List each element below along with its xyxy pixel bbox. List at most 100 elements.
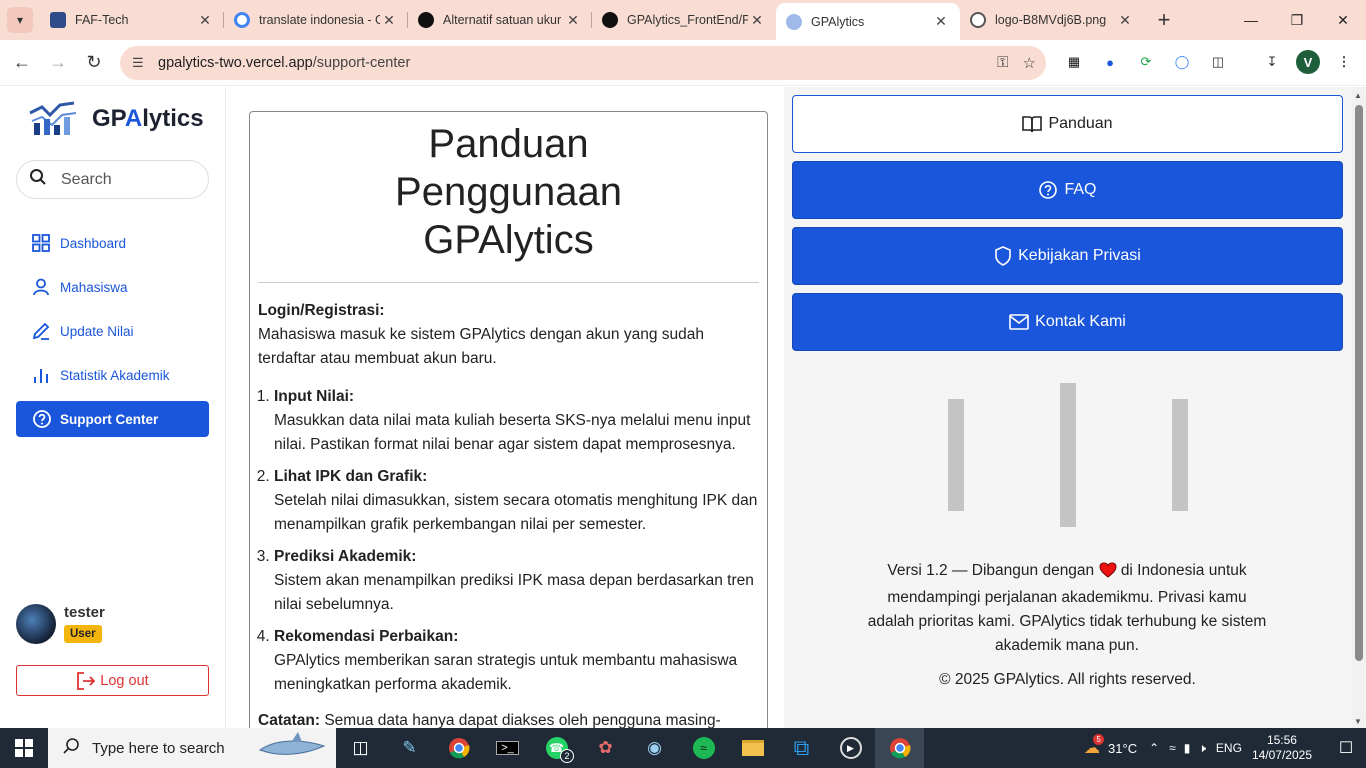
spotify-icon[interactable]: ≈ [679, 728, 728, 768]
search-box[interactable] [16, 160, 209, 199]
browser-tab[interactable]: GPAlytics_FrontEnd/P ✕ [592, 3, 776, 37]
browser-tab[interactable]: Alternatif satuan ukur ✕ [408, 3, 592, 37]
logout-button[interactable]: Log out [16, 665, 209, 696]
section-heading: Login/Registrasi: [258, 302, 385, 319]
browser-tab[interactable]: FAF-Tech ✕ [40, 3, 224, 37]
taskbar-search[interactable]: Type here to search [48, 728, 336, 768]
shark-illustration-icon [258, 732, 328, 768]
browser-tab[interactable]: translate indonesia - G ✕ [224, 3, 408, 37]
close-icon[interactable]: ✕ [564, 12, 582, 29]
page-scrollbar[interactable]: ▲ ▼ [1352, 87, 1366, 728]
key-icon[interactable]: ⚿ [997, 54, 1008, 72]
forward-arrow-icon[interactable]: → [40, 45, 76, 81]
gpalytics-icon [786, 13, 802, 30]
notification-icon[interactable]: ☐ [1326, 738, 1366, 758]
google-icon [234, 12, 250, 28]
puzzle-icon[interactable]: ◫ [1206, 50, 1230, 74]
search-icon [62, 737, 80, 759]
terminal-icon[interactable]: >_ [483, 728, 532, 768]
windows-start-icon[interactable] [0, 728, 48, 768]
language-indicator[interactable]: ENG [1216, 741, 1242, 755]
file-explorer-icon[interactable] [728, 728, 777, 768]
network-icon[interactable]: ≈ [1169, 741, 1176, 755]
paint-icon[interactable]: ◉ [630, 728, 679, 768]
extension-icon[interactable]: ▦ [1062, 50, 1086, 74]
close-icon[interactable]: ✕ [380, 12, 398, 29]
search-input[interactable] [61, 170, 191, 189]
loading-bars [792, 383, 1343, 533]
star-icon[interactable]: ☆ [1023, 54, 1036, 72]
tab-title: GPAlytics [811, 14, 865, 29]
scroll-down-icon[interactable]: ▼ [1354, 717, 1362, 726]
restore-icon[interactable]: ❐ [1274, 0, 1320, 40]
minimize-icon[interactable]: — [1228, 0, 1274, 40]
tab-title: logo-B8MVdj6B.png [995, 13, 1107, 27]
tab-title: translate indonesia - G [259, 13, 380, 27]
faq-button[interactable]: FAQ [792, 161, 1343, 219]
media-player-icon[interactable]: ▶ [826, 728, 875, 768]
chevron-up-icon[interactable]: ⌃ [1149, 741, 1159, 755]
privacy-button[interactable]: Kebijakan Privasi [792, 227, 1343, 285]
back-arrow-icon[interactable]: ← [4, 45, 40, 81]
notepad-icon[interactable]: ✎ [385, 728, 434, 768]
faf-tech-icon [50, 12, 66, 28]
sidebar-item-dashboard[interactable]: Dashboard [16, 225, 209, 261]
close-icon[interactable]: ✕ [1116, 12, 1134, 29]
sidebar-item-statistik-akademik[interactable]: Statistik Akademik [16, 357, 209, 393]
tab-title: FAF-Tech [75, 13, 129, 27]
new-tab-button[interactable]: + [1144, 3, 1184, 37]
sidebar-item-support-center[interactable]: Support Center [16, 401, 209, 437]
scroll-up-icon[interactable]: ▲ [1354, 91, 1362, 100]
temperature[interactable]: 31°C [1108, 741, 1137, 756]
sidebar-item-mahasiswa[interactable]: Mahasiswa [16, 269, 209, 305]
reload-icon[interactable]: ↻ [76, 45, 112, 81]
task-view-icon[interactable]: ◫ [336, 728, 385, 768]
battery-icon[interactable]: ▮ [1184, 741, 1191, 755]
logout-label: Log out [100, 672, 149, 689]
panduan-label: Panduan [1048, 115, 1113, 132]
tab-search-button[interactable]: ▾ [0, 0, 40, 40]
close-icon[interactable]: ✕ [748, 12, 766, 29]
sidebar: GPAlytics Dashboard Mahasiswa Update Nil… [0, 87, 226, 728]
browser-tab-active[interactable]: GPAlytics ✕ [776, 3, 960, 40]
globe-icon [970, 12, 986, 28]
avatar [16, 604, 56, 644]
browser-tab[interactable]: logo-B8MVdj6B.png ✕ [960, 3, 1144, 37]
logo[interactable]: GPAlytics [28, 99, 204, 139]
extension-icon[interactable]: ● [1098, 50, 1122, 74]
sidebar-item-update-nilai[interactable]: Update Nilai [16, 313, 209, 349]
extension-icon[interactable]: ⟳ [1134, 50, 1158, 74]
close-icon[interactable]: ✕ [196, 12, 214, 29]
close-icon[interactable]: ✕ [932, 13, 950, 30]
tab-title: Alternatif satuan ukur [443, 13, 562, 27]
chrome-profile-icon[interactable] [875, 728, 924, 768]
vscode-icon[interactable]: ⧉ [777, 728, 826, 768]
user-name: tester [64, 604, 105, 621]
extension-icon[interactable]: ◯ [1170, 50, 1194, 74]
user-profile[interactable]: tester User [16, 604, 105, 644]
openai-icon [418, 12, 434, 28]
clock-time: 15:56 [1266, 733, 1297, 747]
download-icon[interactable]: ↧ [1260, 50, 1284, 74]
profile-avatar[interactable]: V [1296, 50, 1320, 74]
sidebar-item-label: Mahasiswa [60, 279, 128, 295]
whatsapp-icon[interactable]: ☎ 2 [532, 728, 581, 768]
site-settings-icon[interactable]: ☰ [132, 55, 150, 71]
tab-title: GPAlytics_FrontEnd/P [627, 13, 748, 27]
address-bar[interactable]: ☰ gpalytics-two.vercel.app/support-cente… [120, 46, 1046, 80]
panduan-button[interactable]: Panduan [792, 95, 1343, 153]
more-menu-icon[interactable]: ⋮ [1332, 50, 1356, 74]
clock[interactable]: 15:56 14/07/2025 [1252, 733, 1312, 763]
volume-icon[interactable]: 🕨 [1198, 741, 1206, 756]
role-badge: User [64, 625, 102, 643]
logout-icon [76, 671, 96, 690]
step-text: GPAlytics memberikan saran strategis unt… [274, 652, 738, 693]
app-icon[interactable]: ✿ [581, 728, 630, 768]
contact-button[interactable]: Kontak Kami [792, 293, 1343, 351]
close-window-icon[interactable]: ✕ [1320, 0, 1366, 40]
weather-icon[interactable]: ☁ 5 [1084, 734, 1105, 758]
chrome-icon[interactable] [434, 728, 483, 768]
taskbar-search-placeholder: Type here to search [92, 739, 225, 757]
contact-label: Kontak Kami [1035, 313, 1126, 330]
scrollbar-thumb[interactable] [1355, 105, 1363, 661]
